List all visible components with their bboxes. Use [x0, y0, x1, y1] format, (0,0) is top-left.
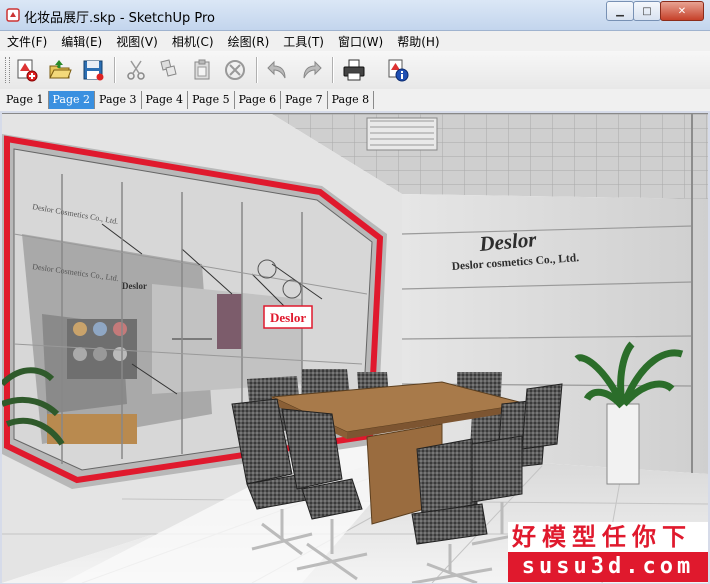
window-sign-text: Deslor: [270, 310, 306, 325]
maximize-button[interactable]: □: [633, 1, 661, 21]
tab-page-7[interactable]: Page 7: [281, 91, 328, 109]
window-controls: ▁ □ ✕: [606, 1, 704, 21]
menu-edit[interactable]: 编辑(E): [54, 33, 109, 50]
tab-page-4[interactable]: Page 4: [142, 91, 189, 109]
sketchup-app-icon[interactable]: [6, 8, 20, 22]
minimize-button[interactable]: ▁: [606, 1, 634, 21]
menu-camera[interactable]: 相机(C): [165, 33, 221, 50]
window-title: 化妆品展厅.skp - SketchUp Pro: [24, 11, 215, 26]
maximize-icon: □: [642, 5, 652, 17]
menu-view[interactable]: 视图(V): [109, 33, 165, 50]
print-button[interactable]: [339, 55, 369, 85]
tab-page-8[interactable]: Page 8: [328, 91, 375, 109]
svg-text:Deslor: Deslor: [122, 281, 147, 291]
undo-button[interactable]: [263, 55, 293, 85]
open-button[interactable]: [45, 55, 75, 85]
paste-button[interactable]: [187, 55, 217, 85]
new-button[interactable]: [12, 55, 42, 85]
watermark-slogan: 好模型任你下: [508, 522, 708, 552]
tab-page-6[interactable]: Page 6: [235, 91, 282, 109]
menu-draw[interactable]: 绘图(R): [221, 33, 277, 50]
open-icon: [49, 60, 72, 79]
toolbar-separator: [256, 57, 258, 83]
tab-page-1[interactable]: Page 1: [2, 91, 49, 109]
save-button[interactable]: [78, 55, 108, 85]
menu-bar: 文件(F) 编辑(E) 视图(V) 相机(C) 绘图(R) 工具(T) 窗口(W…: [0, 31, 710, 51]
watermark-url: susu3d.com: [508, 552, 708, 582]
redo-icon: [303, 60, 322, 79]
model-info-button[interactable]: [383, 55, 413, 85]
redo-button[interactable]: [296, 55, 326, 85]
undo-icon: [267, 60, 286, 79]
save-icon: [83, 60, 104, 81]
tab-page-5[interactable]: Page 5: [188, 91, 235, 109]
toolbar-separator: [114, 57, 116, 83]
toolbar-separator: [332, 57, 334, 83]
menu-tools[interactable]: 工具(T): [276, 33, 331, 50]
copy-icon: [160, 59, 177, 77]
tab-page-3[interactable]: Page 3: [95, 91, 142, 109]
print-icon: [343, 59, 365, 81]
menu-file[interactable]: 文件(F): [0, 33, 54, 50]
brand-logo-text: Deslor: [477, 227, 538, 256]
standard-toolbar: [0, 51, 710, 90]
erase-button[interactable]: [220, 55, 250, 85]
title-bar: 化妆品展厅.skp - SketchUp Pro ▁ □ ✕: [0, 0, 710, 31]
cut-button[interactable]: [121, 55, 151, 85]
close-icon: ✕: [677, 5, 687, 17]
toolbar-grip[interactable]: [5, 57, 10, 83]
menu-help[interactable]: 帮助(H): [390, 33, 446, 50]
scene-tabs: Page 1 Page 2 Page 3 Page 4 Page 5 Page …: [0, 89, 710, 111]
model-info-icon: [388, 59, 409, 82]
minimize-icon: ▁: [616, 5, 624, 17]
model-viewport[interactable]: Deslor Cosmetics Co., Ltd. Deslor Cosmet…: [2, 113, 708, 583]
new-icon: [17, 59, 38, 82]
menu-window[interactable]: 窗口(W): [331, 33, 390, 50]
tab-page-2[interactable]: Page 2: [48, 91, 96, 109]
rendered-scene: Deslor Cosmetics Co., Ltd. Deslor Cosmet…: [2, 114, 708, 583]
close-button[interactable]: ✕: [660, 1, 704, 21]
cut-icon: [127, 60, 145, 80]
copy-button[interactable]: [154, 55, 184, 85]
erase-icon: [225, 60, 245, 80]
paste-icon: [194, 59, 210, 80]
